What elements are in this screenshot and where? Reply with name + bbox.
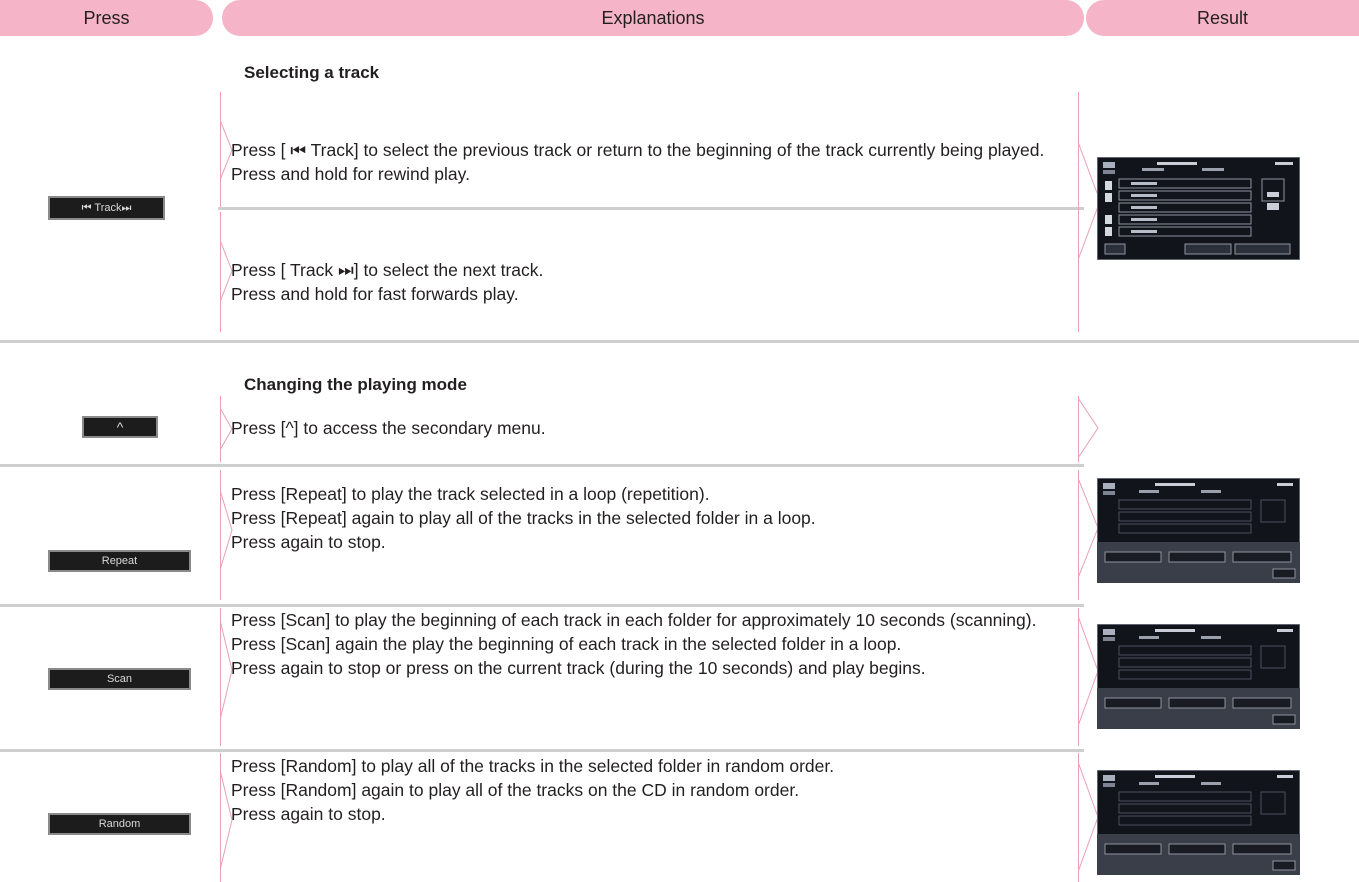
header-press-label: Press	[83, 7, 130, 28]
result-screenshot-track-list	[1097, 157, 1300, 260]
header-result-label: Result	[1196, 7, 1249, 28]
random-button[interactable]: Random	[48, 813, 191, 835]
row-separator	[0, 749, 1084, 752]
text-line: Press and hold for fast forwards play.	[231, 284, 519, 304]
row-separator	[0, 464, 1084, 467]
result-screenshot-random	[1097, 770, 1300, 875]
section-title-playing-mode: Changing the playing mode	[244, 375, 467, 394]
text-random: Press [Random] to play all of the tracks…	[231, 757, 1067, 824]
text-line: Press [Scan] to play the beginning of ea…	[231, 610, 1037, 630]
result-screenshot-scan	[1097, 624, 1300, 729]
text-scan: Press [Scan] to play the beginning of ea…	[231, 611, 1067, 678]
header-explanations: Explanations	[222, 0, 1084, 36]
row-separator	[0, 604, 1084, 607]
header-explanations-label: Explanations	[601, 7, 705, 28]
text-repeat: Press [Repeat] to play the track selecte…	[231, 485, 1067, 552]
repeat-button-label: Repeat	[101, 555, 138, 567]
text-line: Press [Random] again to play all of the …	[231, 780, 800, 800]
text-line: Press [Repeat] again to play all of the …	[231, 508, 816, 528]
text-line: Press again to stop.	[231, 804, 386, 824]
text-line: Press [Repeat] to play the track selecte…	[231, 484, 710, 504]
track-button[interactable]: ⏮ Track⏭	[48, 196, 165, 220]
text-line: Press again to stop or press on the curr…	[231, 658, 926, 678]
section-separator	[0, 340, 1359, 343]
text-secondary-menu: Press [^] to access the secondary menu.	[231, 419, 1067, 438]
caret-up-icon: ^	[116, 419, 124, 435]
text-line: Press [ ⏮ Track] to select the previous …	[231, 140, 1045, 160]
row-separator	[218, 207, 1084, 210]
header-press: Press	[0, 0, 213, 36]
repeat-button[interactable]: Repeat	[48, 550, 191, 572]
text-line: Press [Random] to play all of the tracks…	[231, 756, 835, 776]
track-button-label: ⏮ Track⏭	[81, 201, 132, 214]
header-result: Result	[1086, 0, 1359, 36]
section-title-selecting-track: Selecting a track	[244, 63, 380, 82]
scan-button-label: Scan	[106, 673, 133, 685]
scan-button[interactable]: Scan	[48, 668, 191, 690]
result-screenshot-repeat	[1097, 478, 1300, 583]
text-line: Press and hold for rewind play.	[231, 164, 470, 184]
text-line: Press [ Track ⏭] to select the next trac…	[231, 260, 544, 280]
text-line: Press again to stop.	[231, 532, 386, 552]
secondary-menu-button[interactable]: ^	[82, 416, 158, 438]
random-button-label: Random	[98, 818, 141, 830]
text-previous-track: Press [ ⏮ Track] to select the previous …	[231, 141, 1067, 184]
text-next-track: Press [ Track ⏭] to select the next trac…	[231, 261, 1067, 304]
text-line: Press [Scan] again the play the beginnin…	[231, 634, 902, 654]
chevron-divider	[1078, 398, 1099, 458]
text-line: Press [^] to access the secondary menu.	[231, 418, 546, 438]
